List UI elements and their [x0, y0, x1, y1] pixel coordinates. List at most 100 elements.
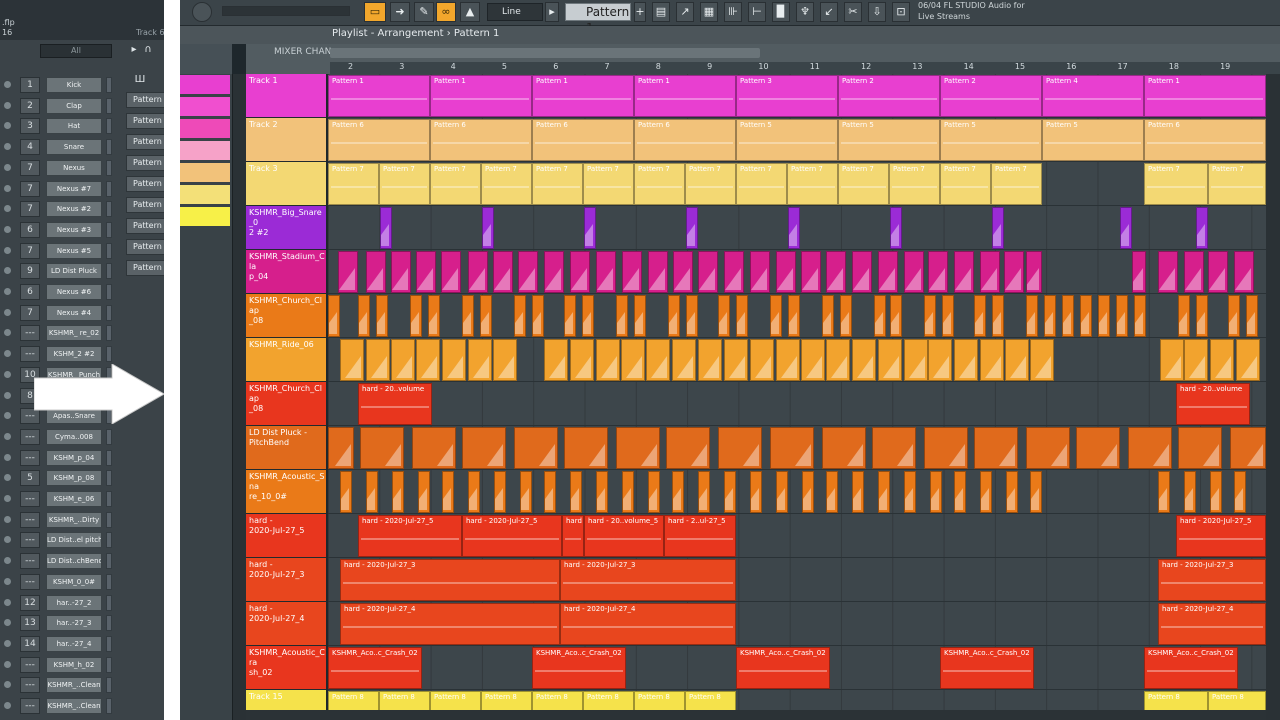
playlist-clip[interactable]	[724, 251, 744, 293]
channel-select-bar[interactable]	[106, 97, 112, 114]
playlist-clip[interactable]	[391, 339, 415, 381]
playlist-clip[interactable]	[412, 427, 456, 469]
playlist-clip[interactable]	[584, 207, 596, 249]
channel-select-bar[interactable]	[106, 553, 112, 570]
playlist-clip[interactable]	[698, 471, 710, 513]
playlist-clip[interactable]	[596, 471, 608, 513]
playlist-clip[interactable]	[686, 207, 698, 249]
channel-select-bar[interactable]	[106, 139, 112, 156]
playlist-clip[interactable]: KSHMR_Aco..c_Crash_02	[532, 647, 626, 689]
channel-row[interactable]: --- KSHM_h_02	[0, 656, 124, 674]
channel-name-button[interactable]: Nexus #2	[46, 201, 102, 218]
channel-select-bar[interactable]	[106, 698, 112, 714]
playlist-clip[interactable]	[1080, 295, 1092, 337]
playlist-clip[interactable]	[928, 339, 952, 381]
channel-mixer-number[interactable]: 14	[20, 635, 40, 652]
playlist-clip[interactable]	[942, 295, 954, 337]
channel-mixer-number[interactable]: 7	[20, 242, 40, 259]
track-lane[interactable]	[328, 338, 1266, 382]
playlist-clip[interactable]: Pattern 2	[940, 75, 1042, 117]
channel-name-button[interactable]: Kick	[46, 77, 102, 93]
playlist-clip[interactable]	[621, 339, 645, 381]
playlist-clip[interactable]: hard - 2020-Jul-27_5	[358, 515, 462, 557]
playlist-clip[interactable]	[1116, 295, 1128, 337]
channel-row[interactable]: --- LD Dist..el pitch	[0, 531, 124, 549]
playlist-clip[interactable]	[724, 339, 748, 381]
playlist-clip[interactable]	[788, 295, 800, 337]
channel-mixer-number[interactable]: 2	[20, 97, 40, 114]
playlist-clip[interactable]: Pattern 1	[634, 75, 736, 117]
playlist-clip[interactable]	[776, 471, 788, 513]
playlist-clip[interactable]: Pattern 6	[1144, 119, 1266, 161]
playlist-clip[interactable]	[890, 207, 902, 249]
playlist-clip[interactable]	[392, 471, 404, 513]
playlist-clip[interactable]: KSHMR_Aco..c_Crash_02	[1144, 647, 1238, 689]
playlist-clip[interactable]	[338, 251, 358, 293]
timeline-scroller[interactable]	[330, 48, 760, 58]
playlist-clip[interactable]	[1132, 251, 1146, 293]
playlist-clip[interactable]	[1158, 251, 1178, 293]
playlist-clip[interactable]	[1026, 427, 1070, 469]
channel-led[interactable]	[4, 308, 11, 316]
channel-led[interactable]	[4, 639, 11, 647]
channel-select-bar[interactable]	[106, 677, 112, 694]
track-lane[interactable]: Pattern 6 Pattern 6 Pattern 6 Pattern 6 Patt…	[328, 118, 1266, 162]
channel-mixer-number[interactable]: ---	[20, 325, 40, 342]
playlist-clip[interactable]	[1184, 251, 1204, 293]
channel-row[interactable]: --- KSHMR_..Dirty	[0, 511, 124, 529]
channel-name-button[interactable]: Cyma..008	[46, 428, 102, 445]
channel-led[interactable]	[4, 681, 11, 689]
playlist-clip[interactable]	[648, 251, 668, 293]
playlist-clip[interactable]	[328, 427, 354, 469]
playlist-clip[interactable]	[1062, 295, 1074, 337]
channel-row[interactable]: 4 Snare	[0, 138, 124, 156]
channel-mixer-number[interactable]: 9	[20, 263, 40, 280]
playlist-clip[interactable]	[668, 295, 680, 337]
playlist-clip[interactable]	[570, 251, 590, 293]
playlist-clip[interactable]	[366, 339, 390, 381]
track-lane[interactable]: hard - 20..volume hard - 20..volume	[328, 382, 1266, 426]
playlist-clip[interactable]	[1026, 251, 1042, 293]
track-header[interactable]: hard - 2020-Jul-27_3	[246, 558, 326, 602]
playlist-clip[interactable]	[1178, 427, 1222, 469]
track-lane[interactable]: hard - 2020-Jul-27_3 hard - 2020-Jul-27_3…	[328, 558, 1266, 602]
track-header[interactable]: Track 3	[246, 162, 326, 206]
playlist-clip[interactable]	[482, 207, 494, 249]
playlist-clip[interactable]	[1098, 295, 1110, 337]
track-header[interactable]: hard - 2020-Jul-27_4	[246, 602, 326, 646]
channel-led[interactable]	[4, 598, 11, 606]
pencil-icon[interactable]: ✎	[414, 2, 434, 22]
channel-select-bar[interactable]	[106, 304, 112, 321]
channel-rack-icon[interactable]: ▦	[700, 2, 718, 22]
channel-led[interactable]	[4, 329, 11, 337]
channel-row[interactable]: 6 Nexus #6	[0, 283, 124, 301]
playlist-clip[interactable]	[1030, 471, 1042, 513]
channel-mixer-number[interactable]: 3	[20, 118, 40, 135]
channel-mixer-number[interactable]: ---	[20, 428, 40, 445]
playlist-clip[interactable]	[924, 295, 936, 337]
playlist-clip[interactable]	[1026, 295, 1038, 337]
playlist-clip[interactable]	[878, 339, 902, 381]
channel-name-button[interactable]: Snare	[46, 139, 102, 156]
channel-row[interactable]: --- KSHM_2 #2	[0, 345, 124, 363]
track-header[interactable]: KSHMR_Acoustic_Sna re_10_0#	[246, 470, 326, 514]
channel-name-button[interactable]: Nexus #7	[46, 180, 102, 197]
playlist-clip[interactable]	[822, 427, 866, 469]
channel-select-bar[interactable]	[106, 449, 112, 466]
channel-name-button[interactable]: KSHMR_ re_02	[46, 325, 102, 342]
channel-row[interactable]: 7 Nexus #7	[0, 180, 124, 198]
mixer-icon[interactable]: ⊪	[724, 2, 742, 22]
playlist-clip[interactable]	[890, 295, 902, 337]
playlist-clip[interactable]	[776, 251, 796, 293]
playlist-clip[interactable]	[826, 339, 850, 381]
stamp-icon[interactable]: ▲	[460, 2, 480, 22]
playlist-clip[interactable]	[518, 251, 538, 293]
channel-select-bar[interactable]	[106, 532, 112, 549]
playlist-clip[interactable]: hard - 2020-Jul-27_3	[1158, 559, 1266, 601]
clip-source-7[interactable]	[180, 207, 230, 226]
channel-select-bar[interactable]	[106, 346, 112, 363]
playlist-clip[interactable]	[1234, 251, 1254, 293]
playlist-clip[interactable]	[493, 251, 513, 293]
channel-led[interactable]	[4, 225, 11, 233]
playlist-clip[interactable]: Pattern 7	[532, 163, 583, 205]
